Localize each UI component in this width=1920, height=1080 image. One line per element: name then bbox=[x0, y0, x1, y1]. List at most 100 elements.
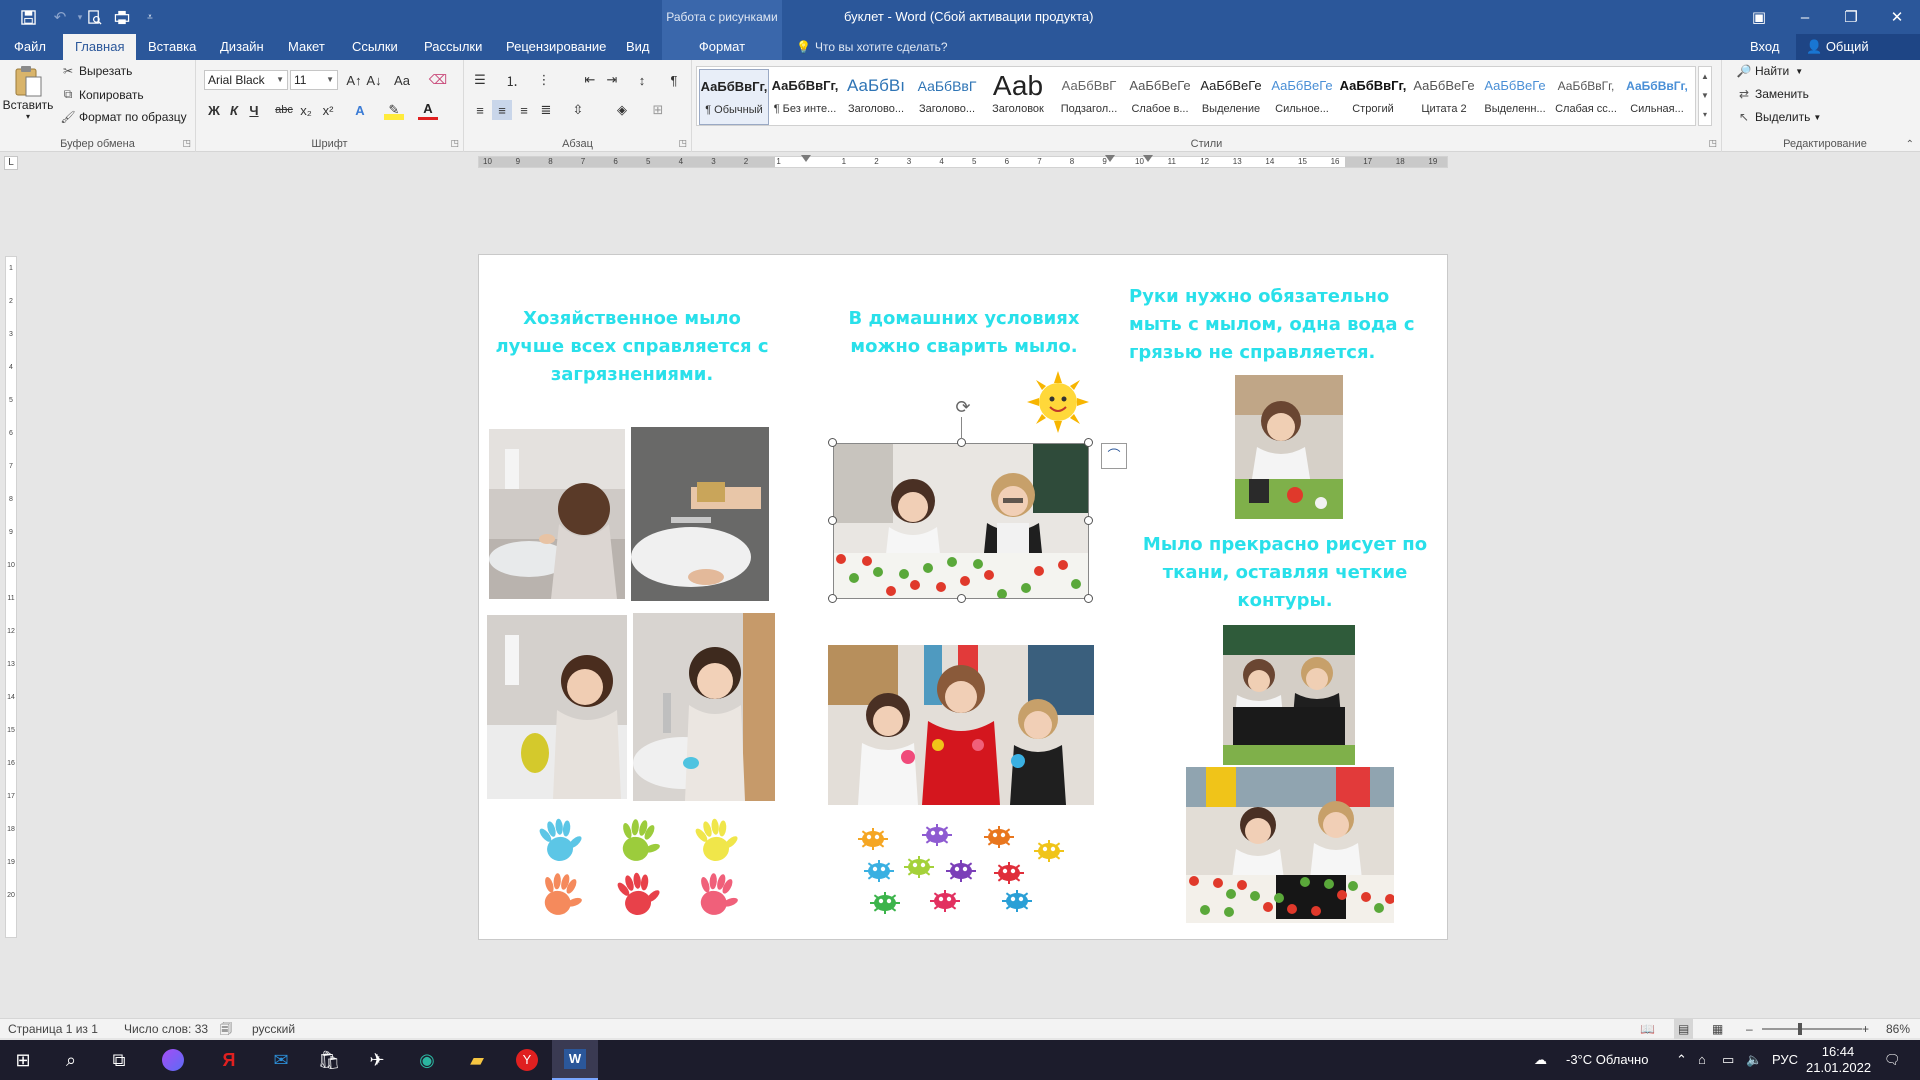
style-item[interactable]: АаБбВвГг, Сильная... bbox=[1622, 69, 1692, 125]
copy-button[interactable]: ⧉ Копировать bbox=[60, 87, 144, 102]
paste-button[interactable]: Вставить ▾ bbox=[3, 64, 53, 128]
align-left-icon[interactable]: ≡ bbox=[470, 100, 490, 120]
resize-handle-top[interactable] bbox=[957, 438, 966, 447]
styles-launcher-icon[interactable]: ◳ bbox=[1708, 138, 1717, 149]
collapse-ribbon-icon[interactable]: ⌃ bbox=[1906, 139, 1914, 150]
photo-girl-smiling-sink[interactable] bbox=[633, 613, 775, 801]
task-view-icon[interactable]: ⧉ bbox=[96, 1040, 142, 1080]
shading-icon[interactable]: ◈ bbox=[612, 100, 632, 120]
print-layout-icon[interactable]: ▤ bbox=[1674, 1019, 1694, 1039]
edge-browser-icon[interactable]: ◉ bbox=[404, 1040, 450, 1080]
customize-toolbar-icon[interactable]: ⩡ bbox=[136, 5, 164, 29]
share-button[interactable]: 👤 Общий доступ bbox=[1796, 34, 1920, 80]
network-icon[interactable]: ⌂ bbox=[1698, 1040, 1706, 1080]
notifications-icon[interactable]: 🗨 bbox=[1884, 1040, 1901, 1080]
print-preview-icon[interactable] bbox=[80, 5, 108, 29]
tab-mailings[interactable]: Рассылки bbox=[412, 34, 494, 60]
strikethrough-button[interactable]: abc bbox=[274, 100, 294, 120]
germs-illustration[interactable] bbox=[849, 821, 1069, 921]
weather-icon[interactable]: ☁ bbox=[1534, 1040, 1547, 1080]
style-item[interactable]: АаБбВеГе Сильное... bbox=[1267, 69, 1337, 125]
page-count[interactable]: Страница 1 из 1 bbox=[8, 1019, 98, 1039]
zoom-in-icon[interactable]: + bbox=[1862, 1019, 1869, 1039]
tab-layout[interactable]: Макет bbox=[276, 34, 337, 60]
column3-heading-top[interactable]: Руки нужно обязательно мыть с мылом, одн… bbox=[1129, 283, 1441, 367]
word-app-icon[interactable]: W bbox=[552, 1040, 598, 1080]
justify-icon[interactable]: ≣ bbox=[536, 100, 556, 120]
tray-expand-icon[interactable]: ⌃ bbox=[1676, 1040, 1687, 1080]
style-item[interactable]: АаБбВеГе Выделение bbox=[1196, 69, 1266, 125]
style-item[interactable]: АаБбВвГг, Строгий bbox=[1338, 69, 1408, 125]
tab-selector[interactable]: L bbox=[4, 156, 18, 170]
italic-button[interactable]: К bbox=[224, 100, 244, 120]
minimize-icon[interactable]: – bbox=[1782, 0, 1828, 34]
horizontal-ruler[interactable]: 10 9 8 7 6 5 4 3 2 1 1 2 3 4 5 6 7 8 9 10 11 12 13 14 15 16 17 18 19 bbox=[478, 155, 1448, 168]
alice-assistant-icon[interactable] bbox=[150, 1040, 196, 1080]
replace-button[interactable]: ⇄ Заменить bbox=[1736, 87, 1809, 101]
weather-text[interactable]: -3°C Облачно bbox=[1566, 1040, 1648, 1080]
rotate-handle-icon[interactable]: ⟳ bbox=[953, 397, 973, 417]
decrease-indent-icon[interactable]: ⇤ bbox=[580, 70, 600, 90]
styles-gallery[interactable]: АаБбВвГг, ¶ Обычный АаБбВвГг, ¶ Без инте...… bbox=[696, 66, 1696, 126]
close-icon[interactable]: ✕ bbox=[1874, 0, 1920, 34]
yandex-browser-icon[interactable]: Y bbox=[504, 1040, 550, 1080]
highlight-icon[interactable]: ✎ bbox=[384, 100, 404, 120]
photo-soap-bar-hands[interactable] bbox=[631, 427, 769, 601]
volume-icon[interactable]: 🔈 bbox=[1746, 1040, 1762, 1080]
clock[interactable]: 16:44 21.01.2022 bbox=[1806, 1040, 1871, 1080]
proofing-icon[interactable]: 🗐 bbox=[220, 1019, 232, 1039]
subscript-button[interactable]: x₂ bbox=[296, 100, 316, 120]
column3-heading-mid[interactable]: Мыло прекрасно рисует по ткани, оставляя… bbox=[1129, 531, 1441, 615]
style-item[interactable]: Ааb Заголовок bbox=[983, 69, 1053, 125]
resize-handle-top-left[interactable] bbox=[828, 438, 837, 447]
zoom-out-icon[interactable]: – bbox=[1746, 1019, 1753, 1039]
paragraph-launcher-icon[interactable]: ◳ bbox=[678, 138, 687, 149]
tab-home[interactable]: Главная bbox=[63, 34, 137, 60]
more-styles-icon[interactable]: ▾ bbox=[1699, 105, 1711, 124]
app-icon[interactable]: ✈ bbox=[354, 1040, 400, 1080]
style-item[interactable]: АаБбВвГг, ¶ Обычный bbox=[699, 69, 769, 125]
sun-icon[interactable] bbox=[1027, 371, 1089, 433]
show-formatting-marks-icon[interactable]: ¶ bbox=[664, 70, 684, 90]
search-icon[interactable]: ⌕ bbox=[48, 1040, 94, 1080]
handprints-illustration[interactable] bbox=[529, 815, 759, 925]
font-name-combo[interactable]: Arial Black ▼ bbox=[204, 70, 288, 90]
photo-children-showing-drawing[interactable] bbox=[1186, 767, 1394, 923]
change-case-icon[interactable]: Аа bbox=[392, 70, 412, 90]
scroll-up-icon[interactable]: ▲ bbox=[1699, 67, 1711, 86]
style-item[interactable]: АаБбВеГе Цитата 2 bbox=[1409, 69, 1479, 125]
layout-options-icon[interactable]: ⌒ bbox=[1101, 443, 1127, 469]
photo-boy-at-table[interactable] bbox=[1235, 375, 1343, 519]
web-layout-icon[interactable]: ▦ bbox=[1712, 1019, 1723, 1039]
zoom-level[interactable]: 86% bbox=[1886, 1019, 1910, 1039]
text-effects-icon[interactable]: A bbox=[350, 100, 370, 120]
underline-button[interactable]: Ч bbox=[244, 100, 264, 120]
column2-heading[interactable]: В домашних условиях можно сварить мыло. bbox=[819, 305, 1109, 361]
tab-file[interactable]: Файл bbox=[2, 34, 58, 60]
tab-references[interactable]: Ссылки bbox=[340, 34, 410, 60]
zoom-slider[interactable] bbox=[1762, 1028, 1862, 1030]
vertical-ruler[interactable]: 1 2 3 4 5 6 7 8 9 10 11 12 13 14 15 16 17 18 19 20 bbox=[5, 256, 17, 938]
keyboard-language[interactable]: РУС bbox=[1772, 1040, 1798, 1080]
resize-handle-bottom[interactable] bbox=[957, 594, 966, 603]
align-center-icon[interactable]: ≡ bbox=[492, 100, 512, 120]
resize-handle-top-right[interactable] bbox=[1084, 438, 1093, 447]
style-item[interactable]: АаБбВвГг, ¶ Без инте... bbox=[770, 69, 840, 125]
sign-in-link[interactable]: Вход bbox=[1750, 34, 1779, 60]
find-button[interactable]: 🔎 Найти ▼ bbox=[1736, 64, 1804, 78]
scroll-down-icon[interactable]: ▼ bbox=[1699, 86, 1711, 105]
word-count[interactable]: Число слов: 33 bbox=[124, 1019, 208, 1039]
style-item[interactable]: АаБбВı Заголово... bbox=[841, 69, 911, 125]
column1-heading[interactable]: Хозяйственное мыло лучше всех справляетс… bbox=[487, 305, 777, 389]
font-size-combo[interactable]: 11 ▼ bbox=[290, 70, 338, 90]
tab-insert[interactable]: Вставка bbox=[136, 34, 208, 60]
mail-icon[interactable]: ✉ bbox=[258, 1040, 304, 1080]
clear-formatting-icon[interactable]: ⌫ bbox=[428, 70, 448, 90]
shrink-font-icon[interactable]: A↓ bbox=[364, 70, 384, 90]
zoom-slider-thumb[interactable] bbox=[1798, 1023, 1802, 1035]
resize-handle-bottom-left[interactable] bbox=[828, 594, 837, 603]
borders-icon[interactable]: ⊞ bbox=[648, 100, 668, 120]
format-painter-button[interactable]: 🖌 Формат по образцу bbox=[60, 110, 186, 124]
line-spacing-icon[interactable]: ⇳ bbox=[568, 100, 588, 120]
cut-button[interactable]: ✂ Вырезать bbox=[60, 64, 132, 78]
